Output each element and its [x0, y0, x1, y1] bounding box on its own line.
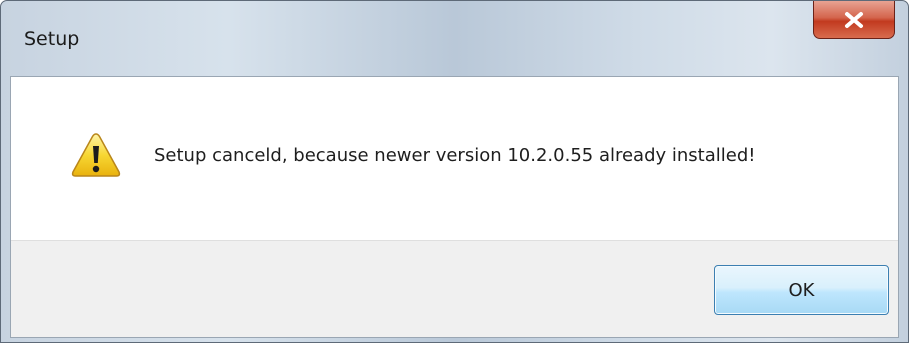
title-bar[interactable]: Setup: [1, 1, 908, 76]
setup-dialog-window: Setup Setup canceld, because newer versi…: [0, 0, 909, 343]
warning-icon: [71, 132, 121, 178]
message-text: Setup canceld, because newer version 10.…: [154, 145, 756, 166]
dialog-content: Setup canceld, because newer version 10.…: [10, 76, 899, 338]
ok-button[interactable]: OK: [714, 265, 889, 315]
button-area: OK: [11, 240, 898, 337]
message-area: Setup canceld, because newer version 10.…: [11, 77, 898, 240]
close-button[interactable]: [813, 1, 895, 39]
close-x-icon: [843, 11, 865, 29]
window-title: Setup: [24, 28, 80, 50]
